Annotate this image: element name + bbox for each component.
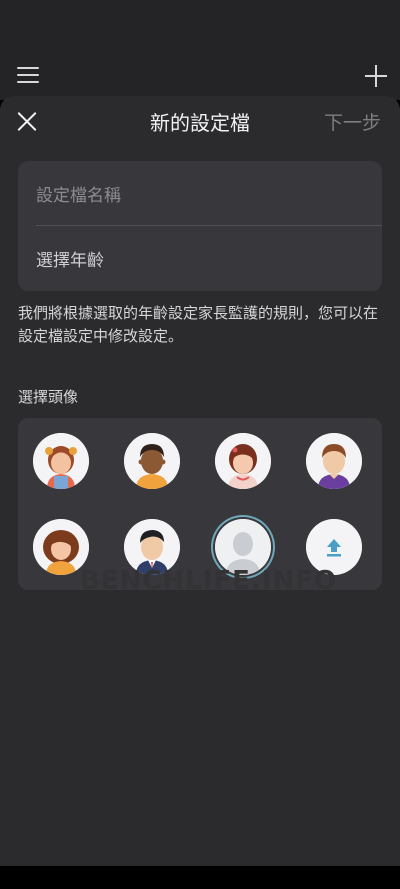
watermark: BENCHLIFE.INFO <box>80 566 338 596</box>
new-profile-sheet: 新的設定檔 下一步 設定檔名稱 選擇年齡 我們將根據選取的年齡設定家長監護的規則… <box>0 96 400 866</box>
avatar-picker-card <box>18 418 382 590</box>
boy-dark-skin-avatar[interactable] <box>124 433 180 489</box>
next-step-button[interactable]: 下一步 <box>324 111 381 135</box>
profile-form-card: 設定檔名稱 選擇年齡 <box>18 161 382 291</box>
select-age-field[interactable]: 選擇年齡 <box>36 249 104 273</box>
add-icon[interactable] <box>364 64 388 88</box>
girl-short-hair-avatar[interactable] <box>215 433 271 489</box>
girl-pigtails-avatar[interactable] <box>33 433 89 489</box>
avatar-section-label: 選擇頭像 <box>18 388 79 406</box>
menu-icon[interactable] <box>17 67 39 85</box>
form-divider <box>36 225 382 226</box>
system-bottom-bar <box>0 866 400 889</box>
app-top-bar <box>0 0 400 100</box>
parental-control-description: 我們將根據選取的年齡設定家長監護的規則，您可以在設定檔設定中修改設定。 <box>18 304 379 345</box>
boy-brown-hair-avatar[interactable] <box>306 433 362 489</box>
profile-name-field[interactable]: 設定檔名稱 <box>36 184 121 208</box>
